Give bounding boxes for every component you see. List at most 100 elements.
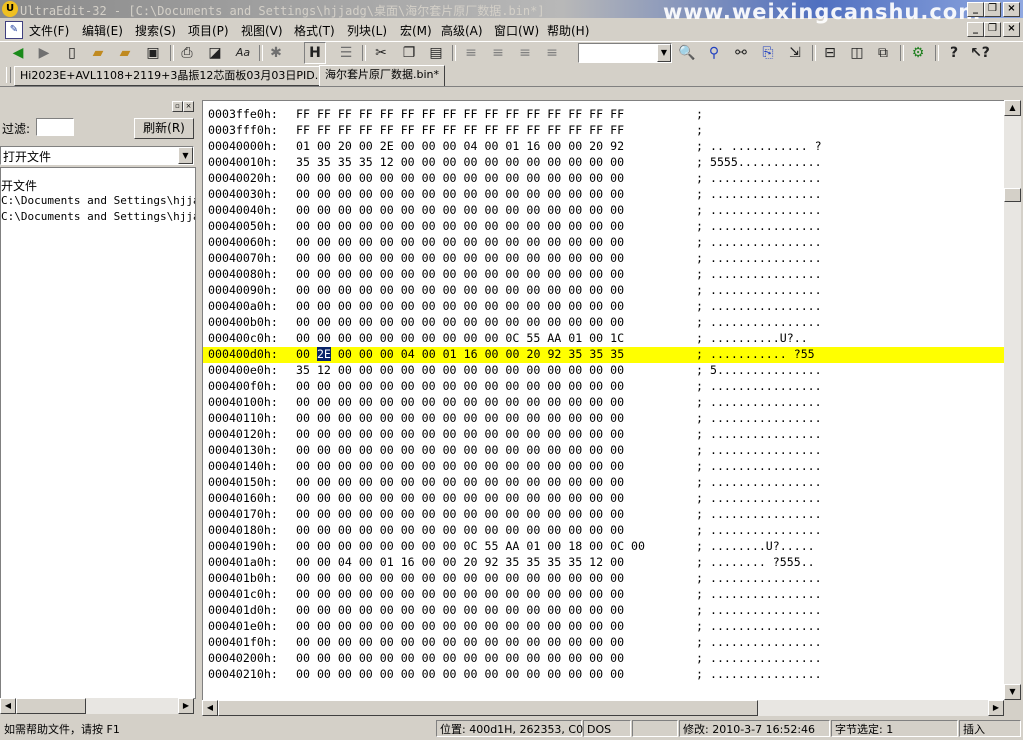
hex-bytes[interactable]: 00 00 00 00 00 00 00 00 00 00 00 00 00 0… xyxy=(296,651,624,665)
paste-icon[interactable]: ▤ xyxy=(426,43,446,63)
hex-ascii[interactable]: ; xyxy=(696,123,703,137)
hex-bytes[interactable]: 00 00 00 00 00 00 00 00 00 00 00 00 00 0… xyxy=(296,315,624,329)
hex-bytes[interactable]: FF FF FF FF FF FF FF FF FF FF FF FF FF F… xyxy=(296,123,624,137)
cut-icon[interactable]: ✂ xyxy=(371,43,391,63)
hex-bytes[interactable]: 00 00 00 00 00 00 00 00 00 00 00 00 00 0… xyxy=(296,603,624,617)
save-icon[interactable]: ▣ xyxy=(143,43,163,63)
toolbar-combo[interactable]: ▼ xyxy=(578,43,672,63)
scroll-right-icon[interactable]: ▶ xyxy=(178,698,194,714)
hex-row[interactable]: 00040130h: 00 00 00 00 00 00 00 00 00 00 … xyxy=(203,443,1005,459)
hex-ascii[interactable]: ; ................ xyxy=(696,619,822,633)
list-item[interactable]: C:\Documents and Settings\hjjadg xyxy=(1,210,195,223)
scroll-left-icon[interactable]: ◀ xyxy=(0,698,16,714)
restore-button[interactable]: ❐ xyxy=(984,2,1001,17)
hex-bytes[interactable]: 00 00 00 00 00 00 00 00 00 00 00 00 00 0… xyxy=(296,187,624,201)
hex-ascii[interactable]: ; ................ xyxy=(696,507,822,521)
justify-icon[interactable]: ≡ xyxy=(542,43,562,63)
hex-row[interactable]: 00040180h: 00 00 00 00 00 00 00 00 00 00 … xyxy=(203,523,1005,539)
hex-ascii[interactable]: ; ................ xyxy=(696,491,822,505)
hex-bytes[interactable]: 00 00 00 00 00 00 00 00 00 00 00 00 00 0… xyxy=(296,235,624,249)
hex-row[interactable]: 000401b0h: 00 00 00 00 00 00 00 00 00 00 … xyxy=(203,571,1005,587)
chevron-down-icon[interactable]: ▼ xyxy=(178,147,193,164)
hex-bytes[interactable]: 00 00 04 00 01 16 00 00 20 92 35 35 35 3… xyxy=(296,555,624,569)
editor-horizontal-scrollbar[interactable]: ◀ ▶ xyxy=(202,700,1004,716)
hex-bytes[interactable]: 00 00 00 00 00 00 00 00 00 00 00 00 00 0… xyxy=(296,267,624,281)
goto-icon[interactable]: ⇲ xyxy=(785,43,805,63)
hex-ascii[interactable]: ; ................ xyxy=(696,635,822,649)
hex-ascii[interactable]: ; ................ xyxy=(696,171,822,185)
hex-ascii[interactable]: ; ................ xyxy=(696,379,822,393)
hex-ascii[interactable]: ; 5555............ xyxy=(696,155,822,169)
hex-bytes[interactable]: 00 00 00 00 00 00 00 00 0C 55 AA 01 00 1… xyxy=(296,539,645,553)
hex-row[interactable]: 000400a0h: 00 00 00 00 00 00 00 00 00 00 … xyxy=(203,299,1005,315)
open-folder-icon[interactable]: ▰ xyxy=(88,43,108,63)
new-file-icon[interactable]: ▯ xyxy=(62,43,82,63)
hex-bytes[interactable]: 00 00 00 00 00 00 00 00 00 00 00 00 00 0… xyxy=(296,443,624,457)
hex-row[interactable]: 000401f0h: 00 00 00 00 00 00 00 00 00 00 … xyxy=(203,635,1005,651)
open-files-select[interactable]: 打开文件 ▼ xyxy=(0,146,194,165)
menu-search[interactable]: 搜索(S) xyxy=(135,22,176,39)
hex-ascii[interactable]: ; ................ xyxy=(696,219,822,233)
toolbar-config-icon[interactable]: ⚙ xyxy=(908,43,928,63)
hex-ascii[interactable]: ; ................ xyxy=(696,443,822,457)
hex-bytes[interactable]: 35 35 35 35 12 00 00 00 00 00 00 00 00 0… xyxy=(296,155,624,169)
tab-haier-bin[interactable]: 海尔套片原厂数据.bin* xyxy=(319,65,446,86)
menu-view[interactable]: 视图(V) xyxy=(241,22,283,39)
hex-row[interactable]: 00040110h: 00 00 00 00 00 00 00 00 00 00 … xyxy=(203,411,1005,427)
hex-bytes[interactable]: 00 2E 00 00 00 04 00 01 16 00 00 20 92 3… xyxy=(296,347,624,361)
hex-ascii[interactable]: ; ................ xyxy=(696,299,822,313)
hex-row[interactable]: 00040090h: 00 00 00 00 00 00 00 00 00 00 … xyxy=(203,283,1005,299)
hex-bytes[interactable]: 35 12 00 00 00 00 00 00 00 00 00 00 00 0… xyxy=(296,363,624,377)
menu-help[interactable]: 帮助(H) xyxy=(547,22,589,39)
open-folder2-icon[interactable]: ▰ xyxy=(115,43,135,63)
close-button[interactable]: × xyxy=(1003,2,1020,17)
print-icon[interactable]: ⎙ xyxy=(177,43,197,63)
hex-ascii[interactable]: ; ................ xyxy=(696,667,822,681)
hex-row[interactable]: 00040080h: 00 00 00 00 00 00 00 00 00 00 … xyxy=(203,267,1005,283)
spell-check-icon[interactable]: Aa xyxy=(233,43,253,63)
menu-format[interactable]: 格式(T) xyxy=(294,22,335,39)
scroll-thumb[interactable] xyxy=(16,698,86,714)
hex-bytes[interactable]: 00 00 00 00 00 00 00 00 00 00 00 00 00 0… xyxy=(296,667,624,681)
minimize-button[interactable]: _ xyxy=(967,2,984,17)
hex-bytes[interactable]: 00 00 00 00 00 00 00 00 00 00 00 00 00 0… xyxy=(296,171,624,185)
hex-mode-icon[interactable]: H xyxy=(304,42,326,64)
hex-row[interactable]: 00040190h: 00 00 00 00 00 00 00 00 0C 55 … xyxy=(203,539,1005,555)
align-center-icon[interactable]: ≡ xyxy=(488,43,508,63)
settings-icon[interactable]: ✱ xyxy=(266,43,286,63)
find-icon[interactable]: 🔍 xyxy=(677,43,697,63)
tab-pid-bin[interactable]: Hi2023E+AVL1108+2119+3晶振12芯面板03月03日PID.b… xyxy=(14,66,342,86)
scroll-thumb[interactable] xyxy=(1004,188,1021,202)
hex-row[interactable]: 00040140h: 00 00 00 00 00 00 00 00 00 00 … xyxy=(203,459,1005,475)
chevron-down-icon[interactable]: ▼ xyxy=(657,44,671,62)
hex-bytes[interactable]: 00 00 00 00 00 00 00 00 00 00 00 00 00 0… xyxy=(296,219,624,233)
replace-in-files-icon[interactable]: ⎘ xyxy=(758,43,778,63)
find-in-files-icon[interactable]: ⚲ xyxy=(704,43,724,63)
list-item[interactable]: C:\Documents and Settings\hjjadg xyxy=(1,194,195,207)
hex-row[interactable]: 00040160h: 00 00 00 00 00 00 00 00 00 00 … xyxy=(203,491,1005,507)
align-right-icon[interactable]: ≡ xyxy=(515,43,535,63)
hex-row[interactable]: 000401d0h: 00 00 00 00 00 00 00 00 00 00 … xyxy=(203,603,1005,619)
hex-ascii[interactable]: ; ................ xyxy=(696,587,822,601)
hex-bytes[interactable]: 00 00 00 00 00 00 00 00 00 00 00 00 00 0… xyxy=(296,203,624,217)
hex-row[interactable]: 00040170h: 00 00 00 00 00 00 00 00 00 00 … xyxy=(203,507,1005,523)
menu-file[interactable]: 文件(F) xyxy=(29,22,69,39)
hex-ascii[interactable]: ; ................ xyxy=(696,251,822,265)
hex-bytes[interactable]: 00 00 00 00 00 00 00 00 00 00 00 00 00 0… xyxy=(296,379,624,393)
menu-advanced[interactable]: 高级(A) xyxy=(441,22,483,39)
hex-row[interactable]: 00040010h: 35 35 35 35 12 00 00 00 00 00 … xyxy=(203,155,1005,171)
hex-bytes[interactable]: FF FF FF FF FF FF FF FF FF FF FF FF FF F… xyxy=(296,107,624,121)
selected-byte[interactable]: 2E xyxy=(316,347,331,361)
hex-bytes[interactable]: 00 00 00 00 00 00 00 00 00 00 0C 55 AA 0… xyxy=(296,331,624,345)
hex-ascii[interactable]: ; ................ xyxy=(696,651,822,665)
hex-ascii[interactable]: ; ................ xyxy=(696,315,822,329)
hex-ascii[interactable]: ; ........... ?55 xyxy=(696,347,815,361)
hex-ascii[interactable]: ; 5............... xyxy=(696,363,822,377)
hex-ascii[interactable]: ; ................ xyxy=(696,603,822,617)
context-help-icon[interactable]: ↖? xyxy=(970,43,990,63)
hex-ascii[interactable]: ; ................ xyxy=(696,523,822,537)
left-horizontal-scrollbar[interactable]: ◀ ▶ xyxy=(0,698,194,714)
hex-bytes[interactable]: 00 00 00 00 00 00 00 00 00 00 00 00 00 0… xyxy=(296,251,624,265)
hex-row[interactable]: 00040200h: 00 00 00 00 00 00 00 00 00 00 … xyxy=(203,651,1005,667)
hex-row[interactable]: 00040210h: 00 00 00 00 00 00 00 00 00 00 … xyxy=(203,667,1005,683)
